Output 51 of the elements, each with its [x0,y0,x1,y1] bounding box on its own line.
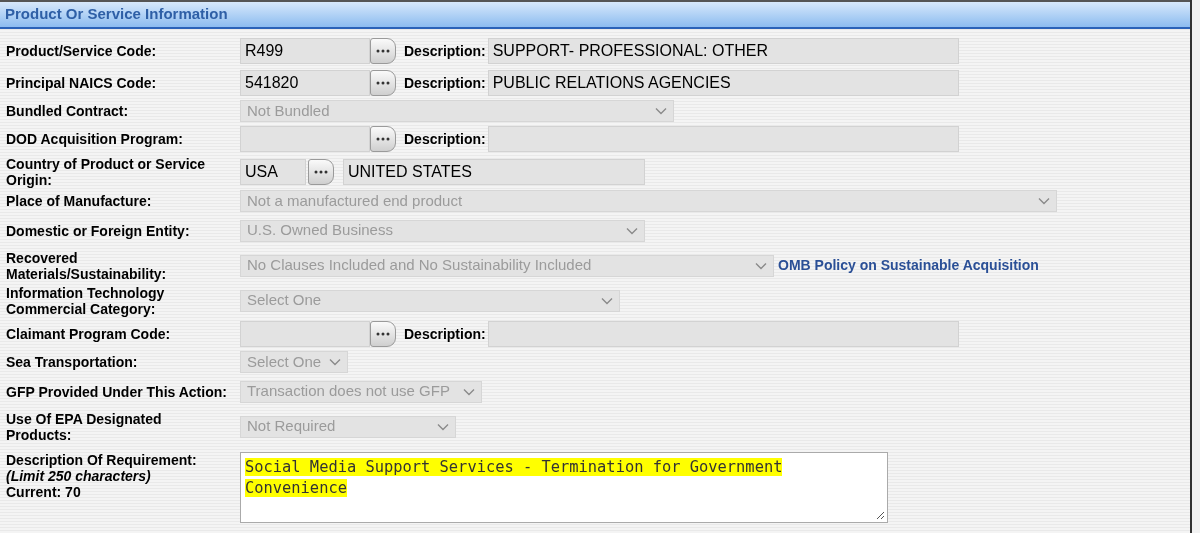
field-label: Country of Product or Service Origin: [6,156,207,188]
text-field[interactable]: PUBLIC RELATIONS AGENCIES [487,70,959,96]
field-label: Domestic or Foreign Entity: [6,222,191,239]
text-field[interactable] [240,126,370,152]
field-label: Place of Manufacture: [6,193,153,209]
field-label: Bundled Contract: [6,103,130,119]
resize-handle-icon[interactable] [876,511,885,520]
chevron-icon [463,387,475,396]
ellipsis-icon [376,49,390,53]
field-label: DOD Acquisition Program: [6,131,184,147]
text-field[interactable] [487,321,959,347]
field-label: Sea Transportation: [6,354,139,370]
text-field[interactable]: SUPPORT- PROFESSIONAL: OTHER [487,38,959,64]
ellipsis-icon [376,137,390,141]
description-label: Description: [404,129,486,149]
ellipsis-button[interactable] [370,38,396,64]
chevron-icon [626,226,638,235]
field-label: Information Technology Commercial Category: [6,284,166,317]
ellipsis-button[interactable] [370,70,396,96]
ellipsis-icon [376,332,390,336]
description-label: Description: [404,324,486,344]
limit-note: (Limit 250 characters) [6,468,152,484]
ellipsis-icon [376,81,390,85]
ellipsis-button[interactable] [370,321,396,347]
chevron-icon [755,261,767,270]
description-label: Description: [404,73,486,93]
chevron-icon [1038,197,1050,205]
text-field[interactable]: UNITED STATES [343,159,645,185]
ellipsis-button[interactable] [308,159,334,185]
character-counter: Current: 70 [6,484,82,500]
field-label: Recovered Materials/Sustainability: [6,249,168,282]
field-label: Claimant Program Code: [6,326,172,342]
field-label: GFP Provided Under This Action: [6,383,228,400]
text-field[interactable]: 541820 [240,70,370,96]
field-label: Use Of EPA Designated Products: [6,410,163,443]
ellipsis-icon [314,170,328,174]
chevron-icon [437,422,449,431]
chevron-icon [329,358,341,366]
field-label: Description Of Requirement: [6,452,198,468]
text-field[interactable]: R499 [240,38,370,64]
field-label: Product/Service Code: [6,43,158,59]
text-area[interactable]: Social Media Support Services - Termination for Government Convenience [240,452,888,523]
chevron-icon [601,296,613,305]
chevron-icon [655,107,667,115]
section-title: Product Or Service Information [5,4,228,25]
description-label: Description: [404,41,486,61]
text-field[interactable] [240,321,370,347]
field-label: Principal NAICS Code: [6,75,158,91]
ellipsis-button[interactable] [370,126,396,152]
text-field[interactable]: USA [240,159,306,185]
text-field[interactable] [487,126,959,152]
